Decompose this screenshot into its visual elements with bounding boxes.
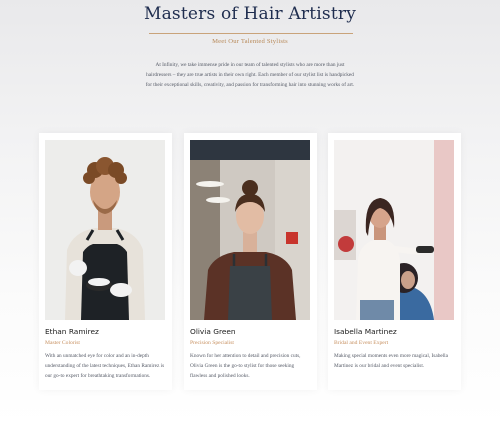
stylist-role: Precision Specialist [190,340,234,346]
stylist-bio: Known for her attention to detail and pr… [190,353,301,380]
stylist-name: Ethan Ramirez [45,327,99,336]
stylist-card-olivia[interactable]: Olivia Green Precision Specialist Known … [184,133,317,390]
stylist-photo-isabella [334,140,454,320]
stylist-name: Isabella Martinez [334,327,397,336]
section-intro: At Infinity, we take immense pride in ou… [145,62,355,89]
stylist-role: Master Colorist [45,340,80,346]
stylist-bio: Making special moments even more magical… [334,353,448,370]
stylist-role: Bridal and Event Expert [334,340,389,346]
stylist-card-isabella[interactable]: Isabella Martinez Bridal and Event Exper… [328,133,461,390]
stylist-bio: With an unmatched eye for color and an i… [45,353,165,380]
stylist-name: Olivia Green [190,327,236,336]
section-title: Masters of Hair Artistry [143,4,357,24]
stylist-photo-olivia [190,140,310,320]
title-divider [149,33,353,34]
stylist-card-ethan[interactable]: Ethan Ramirez Master Colorist With an un… [39,133,172,390]
section-subtitle: Meet Our Talented Stylists [212,38,288,45]
stylist-photo-ethan [45,140,165,320]
